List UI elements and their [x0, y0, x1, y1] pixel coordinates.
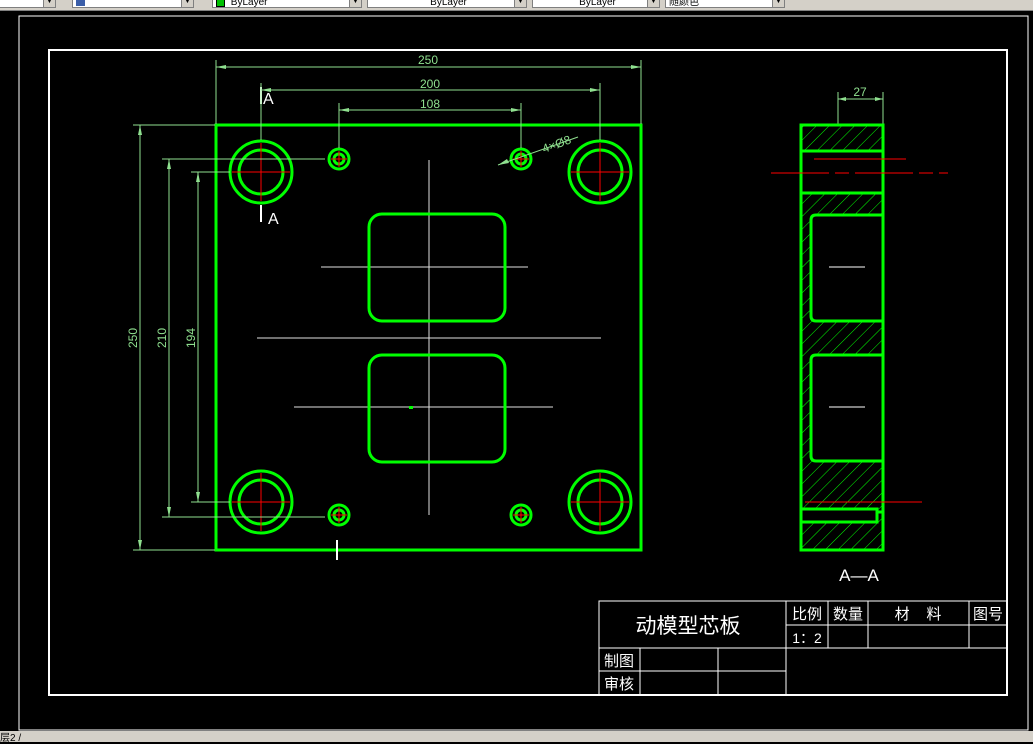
dim-height-210: 210: [155, 328, 169, 348]
pocket-section-upper: [811, 215, 882, 321]
screw-holes: [327, 147, 533, 527]
screw-hole-centers: [331, 151, 529, 523]
section-view[interactable]: A—A: [771, 123, 948, 585]
dimension-texts: 250 200 108 250 210 194 4×Ø8 27: [126, 53, 867, 348]
guide-hole-section-top: [802, 151, 882, 193]
screw-hole-section: [803, 509, 877, 522]
section-label: A—A: [839, 566, 879, 585]
cavity-pocket-lower: [367, 353, 507, 464]
front-view[interactable]: A A: [214, 87, 643, 560]
dim-hole-spacing-outer: 200: [420, 77, 440, 91]
guide-hole-top-right: [567, 139, 633, 205]
center-mark: [409, 406, 413, 409]
qty-header: 数量: [833, 606, 863, 623]
material-header: 材 料: [895, 606, 942, 623]
scale-header: 比例: [792, 606, 822, 623]
scale-value: 1：2: [792, 630, 822, 646]
title-block: 动模型芯板 比例 数量 材 料 图号 1：2 制图 审核: [598, 600, 1008, 696]
status-bar: 层2 /: [0, 731, 1033, 744]
section-cut-lines: [260, 87, 338, 560]
pocket-section-lower: [811, 355, 882, 461]
dim-hole-spacing-inner: 108: [420, 97, 440, 111]
dimension-arrows: [138, 65, 883, 550]
dim-height-194: 194: [184, 328, 198, 348]
guide-hole-bottom-right: [567, 469, 633, 535]
dim-thickness: 27: [853, 85, 867, 99]
section-marker-bottom: A: [268, 211, 279, 228]
dim-height-total: 250: [126, 328, 140, 348]
drawing-no-header: 图号: [973, 606, 1003, 623]
drawing-canvas[interactable]: A A 250 200 108 250 210 194 4×Ø8 27 A—A …: [0, 0, 1033, 742]
dim-width-total: 250: [418, 53, 438, 67]
dim-hole-callout: 4×Ø8: [540, 132, 573, 155]
drawn-by-label: 制图: [604, 653, 634, 670]
guide-hole-top-left: [228, 139, 294, 205]
part-name: 动模型芯板: [636, 615, 741, 638]
checked-by-label: 审核: [604, 676, 634, 693]
section-marker-top: A: [263, 91, 274, 108]
guide-hole-bottom-left: [228, 469, 294, 535]
